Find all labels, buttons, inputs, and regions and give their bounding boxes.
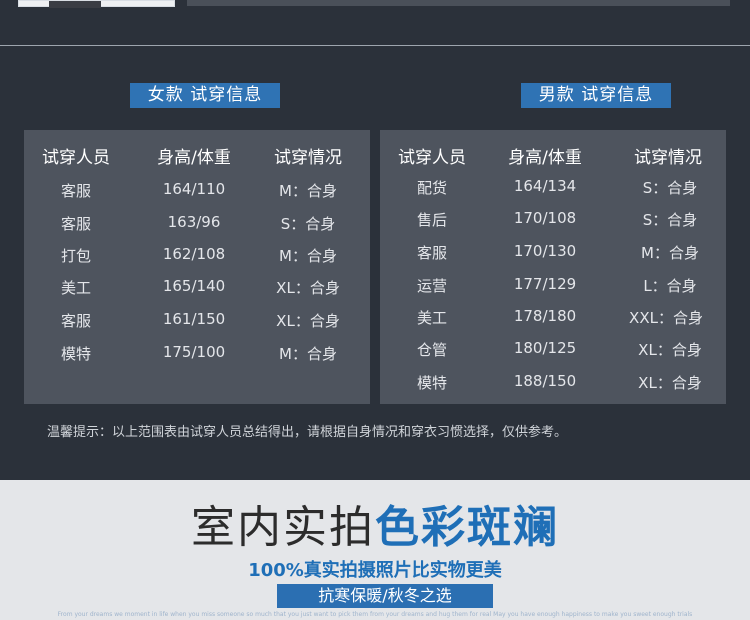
table-cell-fit: S：合身 [642, 179, 698, 197]
table-cell-tester: 仓管 [416, 341, 448, 359]
table-cell-height-weight: 177/129 [513, 275, 577, 293]
product-photo-thumbnail [18, 0, 175, 8]
table-cell-height-weight: 180/125 [513, 339, 577, 357]
table-cell-height-weight: 165/140 [162, 277, 226, 295]
table-cell-fit: L：合身 [643, 277, 697, 295]
table-cell-tester: 客服 [416, 244, 448, 262]
table-cell-height-weight: 178/180 [513, 307, 577, 325]
table-cell-tester: 客服 [60, 312, 92, 330]
table-cell-tester: 配货 [416, 179, 448, 197]
table-cell-fit: S：合身 [642, 211, 698, 229]
table-cell-fit: S：合身 [280, 215, 336, 233]
col-header-height-weight: 身高/体重 [157, 148, 231, 168]
banner-fine-print: From your dreams we moment in life when … [57, 611, 693, 618]
table-cell-tester: 美工 [60, 279, 92, 297]
table-cell-tester: 模特 [60, 345, 92, 363]
banner-headline-blue: 色彩斑斓 [375, 502, 559, 553]
table-cell-height-weight: 164/110 [162, 180, 226, 198]
table-cell-height-weight: 162/108 [162, 245, 226, 263]
table-cell-fit: XL：合身 [638, 374, 702, 392]
table-cell-fit: XL：合身 [638, 341, 702, 359]
table-cell-tester: 客服 [60, 182, 92, 200]
table-cell-height-weight: 170/108 [513, 209, 577, 227]
top-bar [187, 0, 730, 6]
top-strip [0, 0, 750, 45]
women-fit-title: 女款 试穿信息 [130, 83, 280, 108]
men-fit-title: 男款 试穿信息 [521, 83, 671, 108]
table-cell-fit: M：合身 [279, 345, 337, 363]
col-header-fit: 试穿情况 [634, 148, 702, 168]
banner-headline: 室内实拍色彩斑斓 [0, 500, 750, 556]
table-cell-fit: XXL：合身 [629, 309, 703, 327]
table-cell-fit: XL：合身 [276, 279, 340, 297]
table-cell-fit: M：合身 [279, 247, 337, 265]
table-cell-tester: 售后 [416, 211, 448, 229]
col-header-tester: 试穿人员 [398, 148, 466, 168]
table-cell-fit: M：合身 [279, 182, 337, 200]
banner-subline: 100%真实拍摄照片比实物更美 [248, 560, 502, 581]
col-header-tester: 试穿人员 [42, 148, 110, 168]
table-cell-tester: 美工 [416, 309, 448, 327]
table-cell-height-weight: 164/134 [513, 177, 577, 195]
table-cell-tester: 运营 [416, 277, 448, 295]
col-header-height-weight: 身高/体重 [508, 148, 582, 168]
men-fit-table: 试穿人员 身高/体重 试穿情况 配货 164/134 S：合身 售后 170/1… [380, 130, 726, 404]
women-fit-table: 试穿人员 身高/体重 试穿情况 客服 164/110 M：合身 客服 163/9… [24, 130, 370, 404]
table-cell-tester: 客服 [60, 215, 92, 233]
col-header-fit: 试穿情况 [274, 148, 342, 168]
table-cell-height-weight: 163/96 [167, 213, 221, 231]
table-cell-height-weight: 188/150 [513, 372, 577, 390]
product-photo-detail [49, 1, 101, 8]
banner-tag: 抗寒保暖/秋冬之选 [277, 584, 493, 608]
table-cell-tester: 打包 [60, 247, 92, 265]
table-cell-fit: M：合身 [641, 244, 699, 262]
table-cell-height-weight: 175/100 [162, 343, 226, 361]
table-cell-fit: XL：合身 [276, 312, 340, 330]
banner-headline-dark: 室内实拍 [191, 502, 375, 553]
table-cell-height-weight: 161/150 [162, 310, 226, 328]
table-cell-tester: 模特 [416, 374, 448, 392]
table-cell-height-weight: 170/130 [513, 242, 577, 260]
fit-tip-text: 温馨提示：以上范围表由试穿人员总结得出，请根据自身情况和穿衣习惯选择，仅供参考。 [47, 425, 568, 440]
